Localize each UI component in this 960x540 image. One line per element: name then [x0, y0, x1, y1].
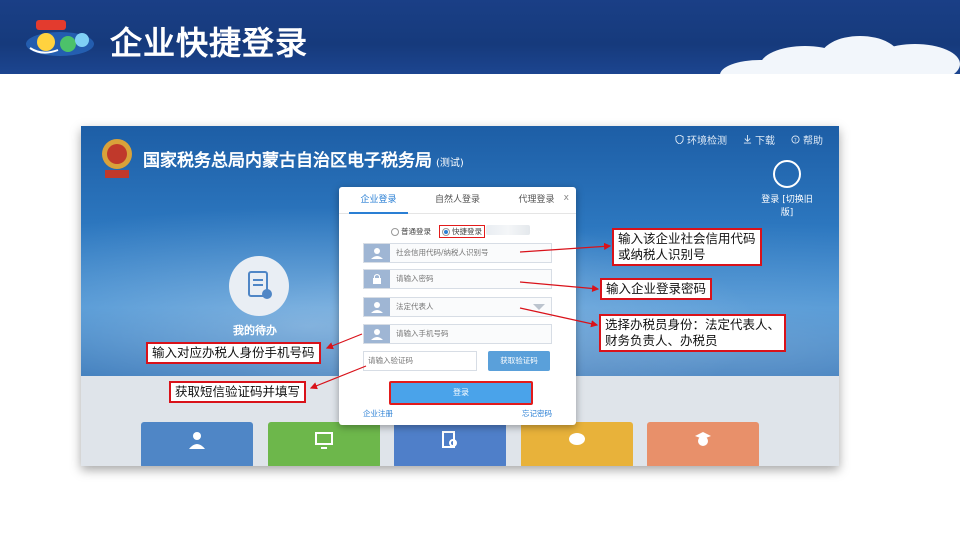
arrow-role — [519, 307, 599, 328]
callout-password-text: 输入企业登录密码 — [606, 281, 707, 296]
callout-credit-code: 输入该企业社会信用代码 或纳税人识别号 — [612, 228, 762, 266]
callout-password: 输入企业登录密码 — [600, 278, 713, 300]
callout-credit-text: 输入该企业社会信用代码 或纳税人识别号 — [618, 231, 756, 262]
callout-sms-text: 获取短信验证码并填写 — [175, 384, 301, 399]
callout-phone: 输入对应办税人身份手机号码 — [146, 342, 321, 364]
callout-role-text: 选择办税员身份：法定代表人、 财务负责人、办税员 — [605, 317, 781, 348]
arrow-credit — [519, 242, 612, 253]
arrow-phone — [325, 333, 363, 350]
arrow-password — [519, 281, 600, 293]
callout-phone-text: 输入对应办税人身份手机号码 — [152, 345, 315, 360]
annotation-arrows — [309, 242, 612, 390]
callout-role: 选择办税员身份：法定代表人、 财务负责人、办税员 — [599, 314, 787, 352]
arrow-sms — [309, 365, 367, 390]
callout-sms: 获取短信验证码并填写 — [169, 381, 307, 403]
